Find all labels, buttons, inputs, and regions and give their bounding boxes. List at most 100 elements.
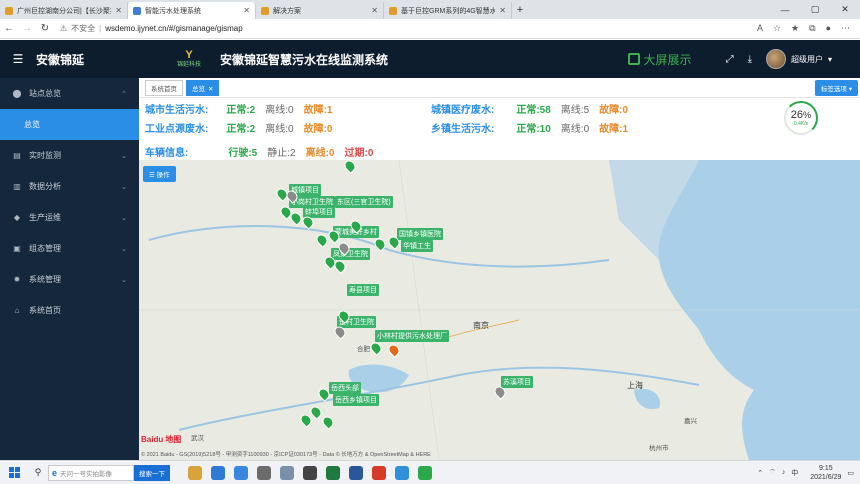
chevron-up-icon: ⌃ — [121, 90, 127, 98]
close-icon[interactable]: ✕ — [243, 6, 250, 15]
site-favicon-icon — [261, 6, 269, 15]
minimize-icon[interactable]: — — [770, 5, 800, 15]
stat-offline: 离线:0 — [305, 148, 335, 159]
home-icon: ⌂ — [14, 306, 20, 315]
chat-app-icon[interactable] — [395, 465, 409, 480]
stat-label: 城镇医疗废水: — [431, 105, 495, 116]
notification-icon[interactable]: ▭ — [847, 469, 854, 477]
chevron-down-icon: ⌄ — [121, 214, 127, 222]
chevron-down-icon: ⌄ — [121, 245, 127, 253]
user-menu[interactable]: 超级用户 ▾ — [765, 49, 832, 69]
map-site-label[interactable]: 国镇乡镇医院 — [397, 228, 443, 240]
stat-row-city-domestic: 城市生活污水: 正常:2 离线:0 故障:1 — [145, 101, 333, 116]
sidebar-subitem-overview[interactable]: 总览 — [0, 109, 139, 140]
sidebar-item-site-overview[interactable]: ⬤ 站点总览 ⌃ — [0, 78, 139, 109]
sidebar-item-home[interactable]: ⌂ 系统首页 — [0, 295, 139, 326]
stat-offline: 离线:0 — [560, 124, 590, 135]
clock-time: 9:15 — [818, 464, 833, 472]
new-tab-button[interactable]: + — [512, 2, 528, 19]
tab-overview[interactable]: 总览 ✕ — [186, 79, 220, 96]
big-screen-button[interactable]: 大屏展示 — [627, 51, 692, 68]
sidebar-item-label: 系统管理 — [29, 275, 61, 284]
download-icon[interactable]: ⤓ — [748, 54, 752, 65]
favorite-star-icon[interactable]: ☆ — [773, 23, 781, 34]
favorites-icon[interactable]: ★ — [791, 23, 799, 34]
caret-down-icon: ▾ — [827, 54, 832, 64]
map-site-label[interactable]: 东区(三官卫生院) — [335, 196, 393, 208]
map-city-label: 武汉 — [191, 435, 204, 442]
network-icon[interactable]: ⌔ — [769, 468, 776, 477]
sidebar-item-config[interactable]: ▣ 组态管理 ⌄ — [0, 233, 139, 264]
stat-stopped: 静止:2 — [267, 148, 296, 159]
clock-date: 2021/6/29 — [810, 473, 842, 481]
close-icon[interactable]: ✕ — [499, 6, 506, 15]
tray-chevron-icon[interactable]: ⌃ — [757, 469, 763, 477]
map-site-label[interactable]: 苏溪项目 — [501, 376, 533, 388]
stat-row-town-medical: 城镇医疗废水: 正常:58 离线:5 故障:0 — [431, 101, 628, 116]
map-city-label: 上海 — [627, 381, 643, 390]
android-icon: ◆ — [13, 213, 21, 222]
app-window: ☰ 安徽锦延 Y 锦延科技 安徽锦延智慧污水在线监测系统 大屏展示 ⤢ ⤓ 超级… — [0, 40, 860, 460]
map-site-label[interactable]: 凤集卫生院 — [331, 248, 370, 260]
tool-icon[interactable] — [257, 465, 271, 480]
tab-home[interactable]: 系统首页 — [145, 79, 183, 96]
excel-icon[interactable] — [326, 465, 340, 480]
wechat-icon[interactable] — [418, 465, 432, 480]
browser-tab-title: 解决方案 — [273, 7, 301, 15]
avatar — [765, 49, 786, 69]
fullscreen-icon[interactable]: ⤢ — [726, 54, 734, 65]
collections-icon[interactable]: ⧉ — [809, 23, 815, 34]
close-icon[interactable]: ✕ — [371, 6, 378, 15]
browser-tab[interactable]: 基于巨控GRM系列的4G智慧水利… ✕ — [384, 2, 512, 19]
menu-toggle-icon[interactable]: ☰ — [0, 52, 36, 66]
close-icon[interactable]: ✕ — [208, 86, 213, 93]
refresh-icon[interactable]: ↻ — [36, 23, 54, 34]
browser-tab[interactable]: 广州巨控湖南分公司|【长沙聚控… ✕ — [0, 2, 128, 19]
profile-icon[interactable]: ● — [826, 23, 831, 34]
search-icon[interactable]: ⚲ — [28, 467, 48, 478]
word-icon[interactable] — [349, 465, 363, 480]
sidebar-item-system[interactable]: ✹ 系统管理 ⌄ — [0, 264, 139, 295]
browser-tab[interactable]: 解决方案 ✕ — [256, 2, 384, 19]
baidu-logo: Baidu 地图 — [141, 434, 181, 445]
windows-start-icon[interactable] — [0, 467, 28, 478]
sidebar-item-operations[interactable]: ◆ 生产运维 ⌄ — [0, 202, 139, 233]
map-operate-button[interactable]: ☰ 操作 — [143, 166, 176, 182]
back-arrow-icon[interactable]: ← — [0, 23, 18, 34]
browser-tab-active[interactable]: 智能污水处理系统 ✕ — [128, 2, 256, 19]
mail-icon[interactable] — [211, 465, 225, 480]
forward-arrow-icon[interactable]: → — [18, 23, 36, 34]
map-site-label[interactable]: 寿县项目 — [347, 284, 379, 296]
taskbar-search-input[interactable]: e 天问一号实拍影像 — [48, 464, 134, 481]
terminal-icon[interactable] — [303, 465, 317, 480]
gis-map[interactable]: ☰ 操作 南京 上海 合肥 武汉 杭州市 嘉兴 城镇项目 小岗村卫生院 蚌埠项目… — [139, 160, 860, 460]
window-controls: — ▢ ✕ — [770, 0, 860, 19]
taskbar-search-button[interactable]: 搜索一下 — [134, 464, 170, 481]
map-site-label[interactable]: 岳西头部 — [329, 382, 361, 394]
file-explorer-icon[interactable] — [188, 465, 202, 480]
close-window-icon[interactable]: ✕ — [830, 4, 860, 15]
taskbar-search-text: 天问一号实拍影像 — [60, 470, 113, 478]
map-site-label[interactable]: 华镇工生 — [401, 240, 433, 252]
stat-label: 城市生活污水: — [145, 105, 209, 116]
read-aloud-icon[interactable]: A — [757, 23, 763, 34]
more-icon[interactable]: ⋯ — [841, 23, 850, 34]
map-copyright: © 2021 Baidu - GS(2019)5218号 - 甲测资字11009… — [141, 452, 431, 458]
sidebar-item-realtime[interactable]: ▤ 实时监测 ⌄ — [0, 140, 139, 171]
sidebar-item-analysis[interactable]: ▥ 数据分析 ⌄ — [0, 171, 139, 202]
clock[interactable]: 9:15 2021/6/29 — [810, 464, 841, 482]
taskbar-apps — [188, 465, 432, 480]
pdf-icon[interactable] — [372, 465, 386, 480]
maximize-icon[interactable]: ▢ — [800, 4, 830, 15]
settings-app-icon[interactable] — [280, 465, 294, 480]
volume-icon[interactable]: ♪ — [782, 469, 786, 476]
map-site-label[interactable]: 岳西乡镇项目 — [333, 394, 379, 406]
tab-options-button[interactable]: 标签选项 ▾ — [814, 79, 858, 96]
close-icon[interactable]: ✕ — [115, 6, 122, 15]
edge-browser-icon[interactable] — [234, 465, 248, 480]
browser-tab-title: 基于巨控GRM系列的4G智慧水利… — [401, 7, 496, 15]
ime-indicator[interactable]: 中 — [791, 468, 798, 478]
big-screen-icon — [627, 53, 640, 65]
url-field[interactable]: ⚠ 不安全 | wsdemo.ijynet.cn/#/gismanage/gis… — [60, 23, 757, 34]
map-site-label[interactable]: 小林村提供污水处理厂 — [375, 330, 449, 342]
